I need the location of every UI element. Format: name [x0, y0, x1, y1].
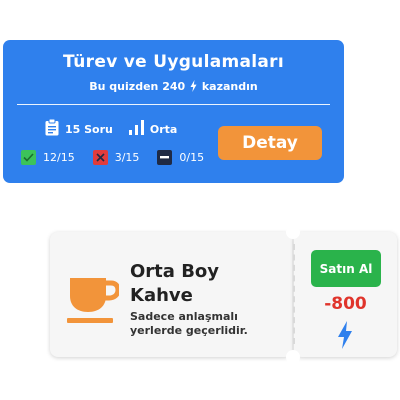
- empty-value: 0/15: [179, 151, 205, 164]
- score-row: 12/15 3/15 0/15: [21, 150, 222, 165]
- cross-icon: [92, 150, 108, 165]
- buy-button[interactable]: Satın Al: [311, 250, 381, 287]
- quiz-card: Türev ve Uygulamaları Bu quizden 240 kaz…: [3, 40, 344, 183]
- coupon-title: Orta Boy Kahve: [130, 261, 220, 306]
- lightning-icon: [337, 321, 353, 353]
- empty-count: 0/15: [157, 150, 204, 165]
- coupon-notch-bottom: [286, 350, 300, 364]
- check-icon: [21, 150, 36, 165]
- reward-prefix: Bu quizden: [89, 80, 159, 93]
- correct-value: 12/15: [43, 151, 75, 164]
- reward-amount: 240: [162, 80, 186, 93]
- coupon-notch-top: [286, 225, 300, 239]
- wrong-value: 3/15: [114, 151, 140, 164]
- detail-button[interactable]: Detay: [218, 126, 322, 160]
- reward-suffix: kazandın: [201, 80, 258, 93]
- coffee-cup-icon: [67, 272, 121, 328]
- quiz-reward-line: Bu quizden 240 kazandın: [3, 80, 344, 95]
- question-count: 15 Soru: [65, 122, 113, 136]
- divider: [17, 104, 330, 105]
- coupon-card: Orta Boy Kahve Sadece anlaşmalı yerlerde…: [50, 225, 397, 364]
- coupon-description: Sadece anlaşmalı yerlerde geçerlidir.: [130, 310, 248, 337]
- difficulty-label: Orta: [149, 122, 178, 136]
- quiz-meta: 15 Soru Orta: [45, 118, 178, 139]
- clipboard-icon: [45, 118, 59, 139]
- correct-count: 12/15: [21, 150, 75, 165]
- wrong-count: 3/15: [92, 150, 140, 165]
- lightning-icon: [190, 80, 197, 95]
- signal-bars-icon: [128, 120, 144, 138]
- minus-icon: [157, 150, 173, 165]
- quiz-title: Türev ve Uygulamaları: [63, 52, 284, 72]
- coupon-price: -800: [324, 294, 367, 314]
